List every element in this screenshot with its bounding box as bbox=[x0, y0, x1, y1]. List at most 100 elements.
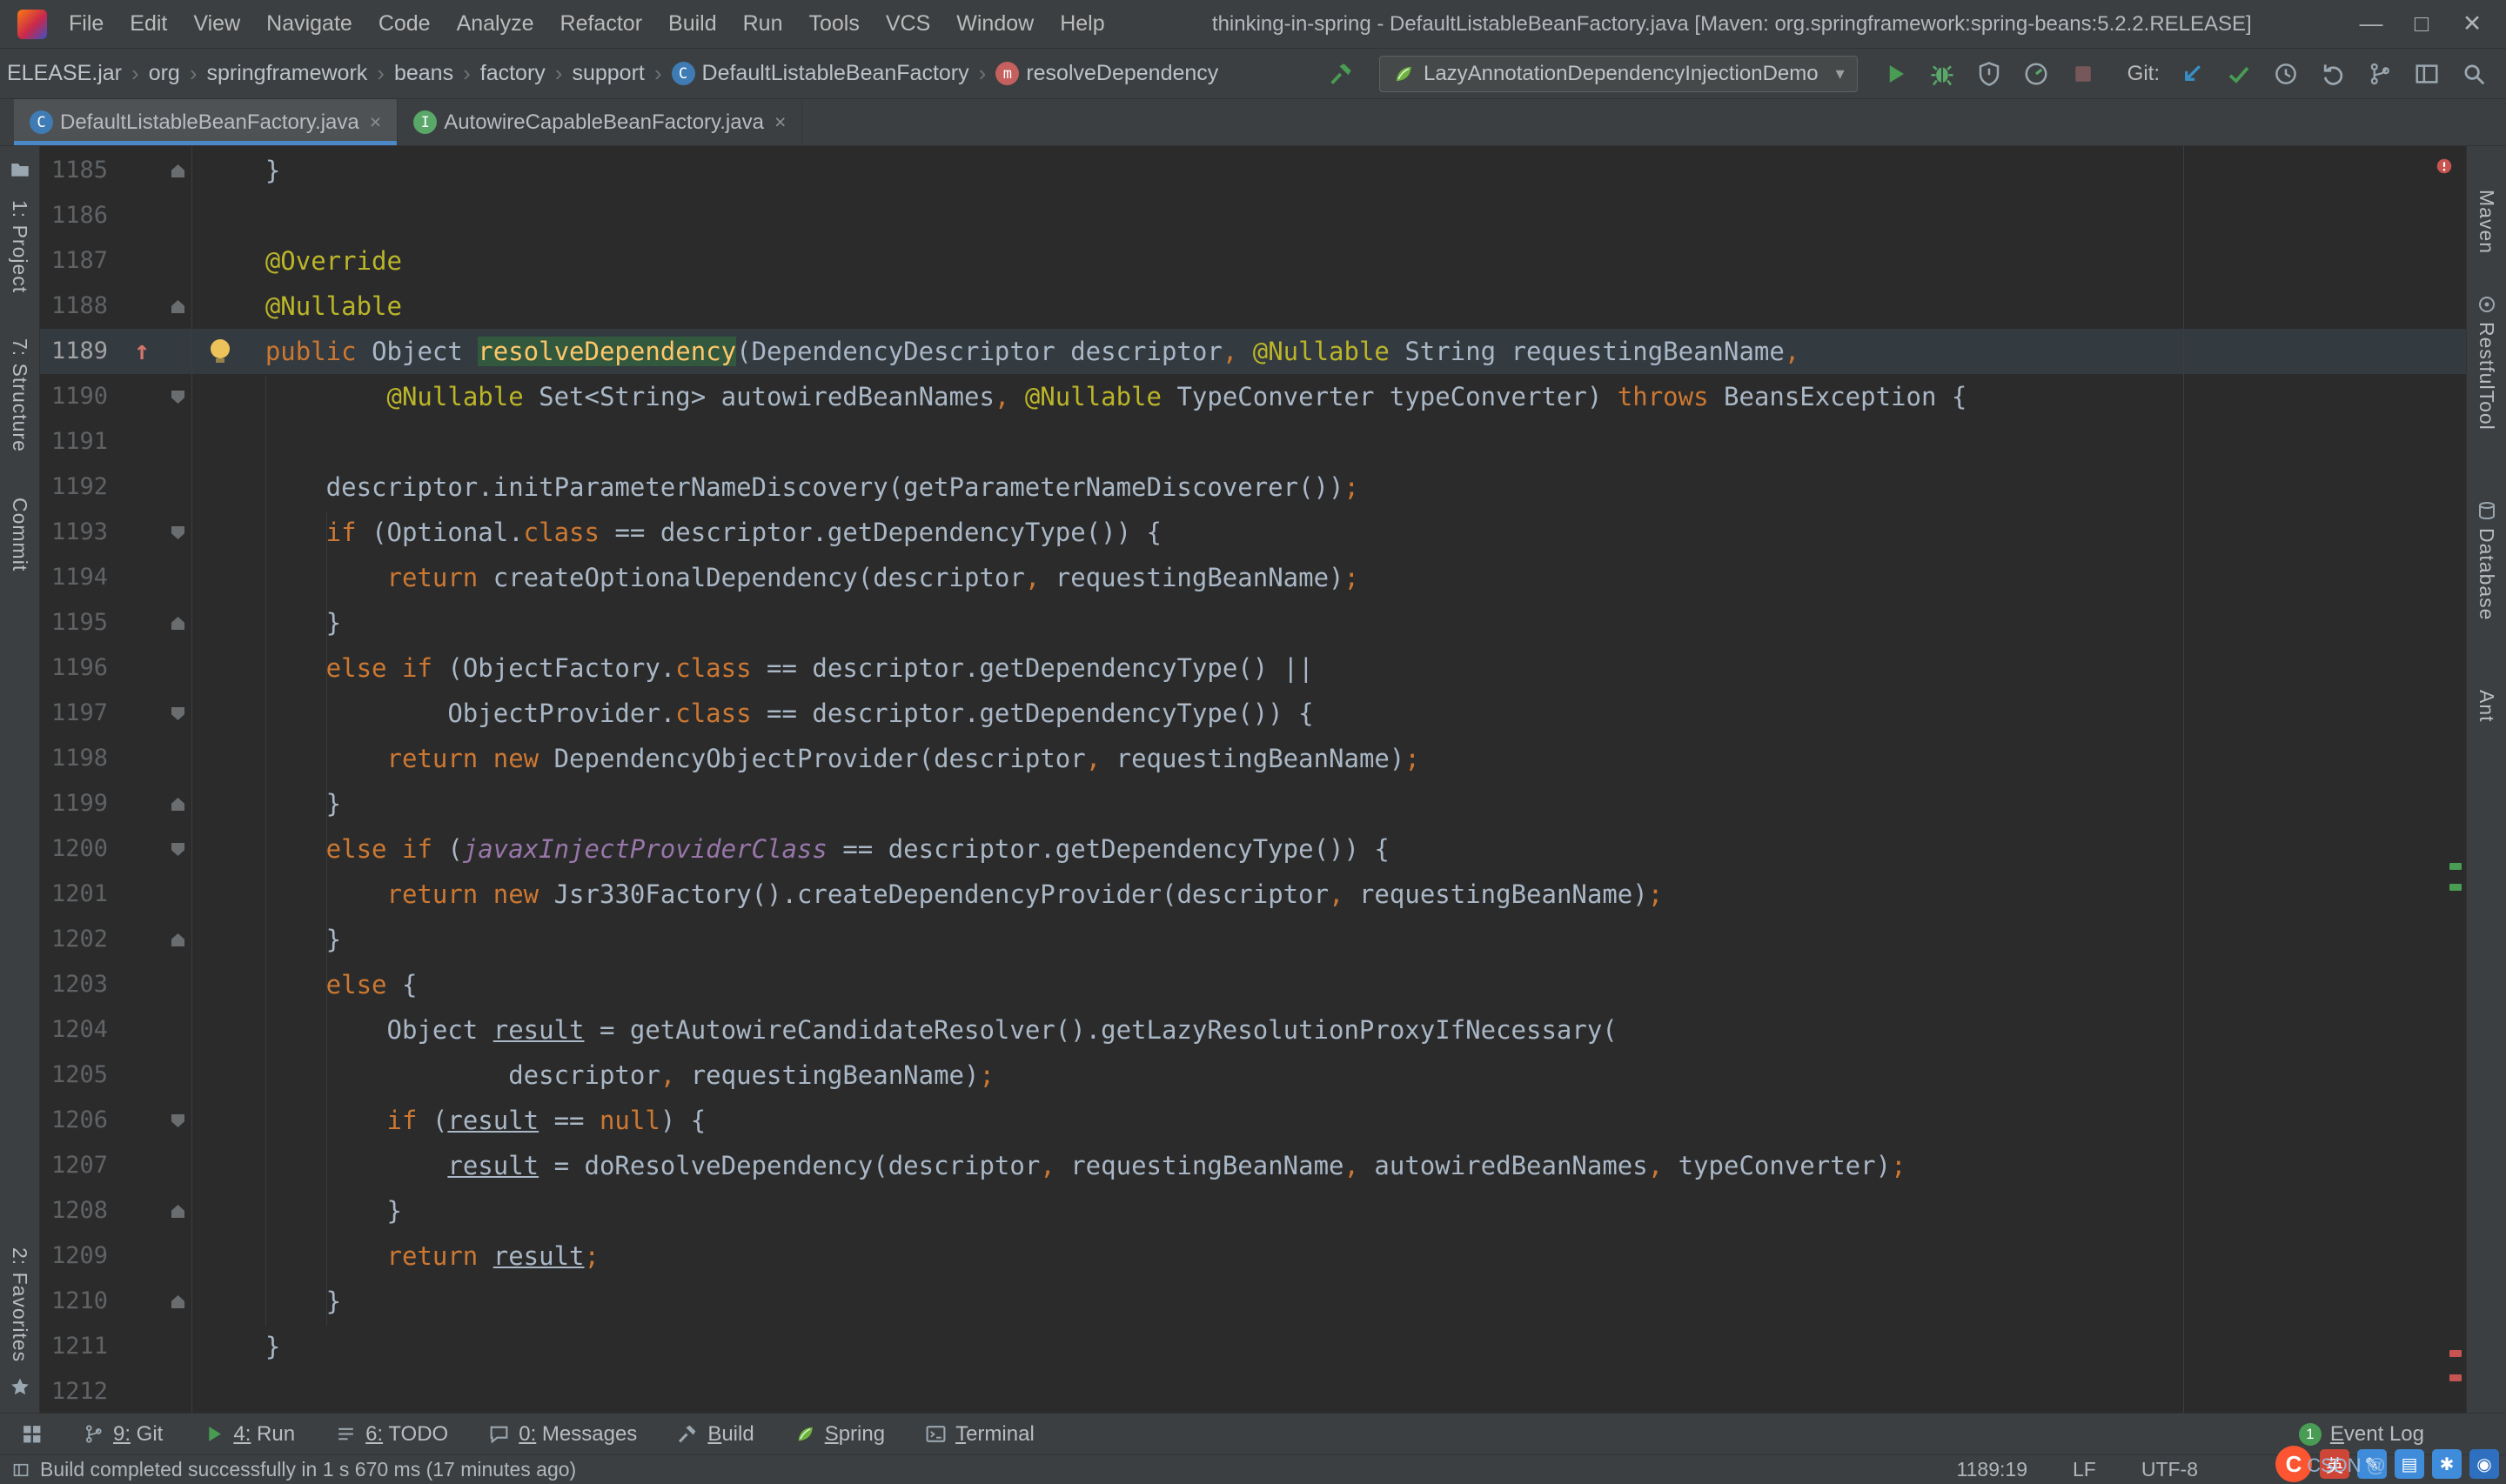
fold-marker-down-icon[interactable] bbox=[171, 526, 184, 539]
line-number[interactable]: 1212 bbox=[40, 1369, 108, 1413]
tool-button-ant[interactable]: Ant bbox=[2475, 690, 2498, 723]
branches-button[interactable] bbox=[2360, 54, 2400, 94]
line-number[interactable]: 1191 bbox=[40, 419, 108, 465]
line-number[interactable]: 1203 bbox=[40, 962, 108, 1007]
tool-button-1-project[interactable]: 1: Project bbox=[8, 200, 31, 293]
minimize-button[interactable]: — bbox=[2346, 10, 2396, 37]
line-number[interactable]: 1202 bbox=[40, 917, 108, 962]
line-number[interactable]: 1204 bbox=[40, 1007, 108, 1053]
menu-edit[interactable]: Edit bbox=[117, 11, 180, 37]
code-line-1186[interactable]: 1186 bbox=[40, 193, 2466, 238]
code-line-1195[interactable]: 1195 } bbox=[40, 600, 2466, 645]
line-number[interactable]: 1186 bbox=[40, 193, 108, 238]
line-number[interactable]: 1196 bbox=[40, 645, 108, 691]
code-line-1191[interactable]: 1191 bbox=[40, 419, 2466, 465]
close-button[interactable]: ✕ bbox=[2447, 10, 2497, 37]
code-line-1197[interactable]: 1197 ObjectProvider.class == descriptor.… bbox=[40, 691, 2466, 736]
tool-button-7-structure[interactable]: 7: Structure bbox=[8, 338, 31, 452]
code-line-1205[interactable]: 1205 descriptor, requestingBeanName); bbox=[40, 1053, 2466, 1098]
line-number[interactable]: 1206 bbox=[40, 1098, 108, 1143]
code-line-1208[interactable]: 1208 } bbox=[40, 1188, 2466, 1233]
code-line-1194[interactable]: 1194 return createOptionalDependency(des… bbox=[40, 555, 2466, 600]
tab-defaultlistablebeanfactory-java[interactable]: C DefaultListableBeanFactory.java × bbox=[14, 99, 399, 145]
fold-marker-up-icon[interactable] bbox=[171, 617, 184, 630]
rollback-button[interactable] bbox=[2313, 54, 2353, 94]
line-number[interactable]: 1189 bbox=[40, 329, 108, 374]
code-line-1187[interactable]: 1187 @Override bbox=[40, 238, 2466, 284]
coverage-button[interactable] bbox=[1969, 54, 2009, 94]
line-number[interactable]: 1187 bbox=[40, 238, 108, 284]
build-button[interactable] bbox=[1322, 54, 1362, 94]
line-number[interactable]: 1194 bbox=[40, 555, 108, 600]
line-number[interactable]: 1192 bbox=[40, 465, 108, 510]
restore-layout-button[interactable] bbox=[2407, 54, 2447, 94]
code-line-1190[interactable]: 1190 @Nullable Set<String> autowiredBean… bbox=[40, 374, 2466, 419]
code-line-1198[interactable]: 1198 return new DependencyObjectProvider… bbox=[40, 736, 2466, 781]
close-icon[interactable]: × bbox=[370, 110, 381, 134]
breadcrumb-item-beans[interactable]: beans bbox=[394, 61, 453, 86]
menu-refactor[interactable]: Refactor bbox=[547, 11, 655, 37]
code-line-1185[interactable]: 1185 } bbox=[40, 148, 2466, 193]
overriding-method-icon[interactable]: ↑ bbox=[127, 329, 157, 374]
fold-marker-down-icon[interactable] bbox=[171, 843, 184, 856]
line-number[interactable]: 1207 bbox=[40, 1143, 108, 1188]
breadcrumb-item-springframework[interactable]: springframework bbox=[207, 61, 368, 86]
code-line-1192[interactable]: 1192 descriptor.initParameterNameDiscove… bbox=[40, 465, 2466, 510]
line-number[interactable]: 1205 bbox=[40, 1053, 108, 1098]
debug-button[interactable] bbox=[1922, 54, 1962, 94]
line-number[interactable]: 1188 bbox=[40, 284, 108, 329]
breadcrumb-item-elease-jar[interactable]: ELEASE.jar bbox=[7, 61, 122, 86]
menu-window[interactable]: Window bbox=[943, 11, 1047, 37]
line-number[interactable]: 1193 bbox=[40, 510, 108, 555]
menu-vcs[interactable]: VCS bbox=[873, 11, 943, 37]
fold-marker-up-icon[interactable] bbox=[171, 1295, 184, 1308]
toolwindow-button-spring[interactable]: Spring bbox=[794, 1422, 885, 1447]
code-line-1211[interactable]: 1211 } bbox=[40, 1324, 2466, 1369]
tool-button-2-favorites[interactable]: 2: Favorites bbox=[8, 1247, 31, 1362]
breadcrumb-item-factory[interactable]: factory bbox=[480, 61, 546, 86]
code-line-1189[interactable]: 1189 ↑ public Object resolveDependency(De… bbox=[40, 329, 2466, 374]
line-number[interactable]: 1201 bbox=[40, 872, 108, 917]
breadcrumb-item-support[interactable]: support bbox=[572, 61, 644, 86]
code-line-1193[interactable]: 1193 if (Optional.class == descriptor.ge… bbox=[40, 510, 2466, 555]
line-number[interactable]: 1198 bbox=[40, 736, 108, 781]
fold-marker-up-icon[interactable] bbox=[171, 1205, 184, 1218]
code-line-1212[interactable]: 1212 bbox=[40, 1369, 2466, 1413]
menu-navigate[interactable]: Navigate bbox=[253, 11, 365, 37]
toolwindow-button-0-messages[interactable]: 0: Messages bbox=[488, 1422, 637, 1447]
tool-button-maven[interactable]: Maven bbox=[2475, 190, 2498, 254]
menu-analyze[interactable]: Analyze bbox=[444, 11, 547, 37]
code-line-1206[interactable]: 1206 if (result == null) { bbox=[40, 1098, 2466, 1143]
menu-tools[interactable]: Tools bbox=[795, 11, 872, 37]
code-line-1196[interactable]: 1196 else if (ObjectFactory.class == des… bbox=[40, 645, 2466, 691]
line-number[interactable]: 1209 bbox=[40, 1233, 108, 1279]
toolwindow-button-terminal[interactable]: Terminal bbox=[925, 1422, 1035, 1447]
fold-marker-up-icon[interactable] bbox=[171, 798, 184, 811]
breadcrumb-item-resolvedependency[interactable]: m resolveDependency bbox=[995, 61, 1218, 86]
menu-file[interactable]: File bbox=[56, 11, 117, 37]
line-number[interactable]: 1199 bbox=[40, 781, 108, 826]
code-line-1202[interactable]: 1202 } bbox=[40, 917, 2466, 962]
fold-marker-up-icon[interactable] bbox=[171, 164, 184, 177]
tool-button-restfultool[interactable]: RestfulTool bbox=[2475, 322, 2498, 431]
code-line-1199[interactable]: 1199 } bbox=[40, 781, 2466, 826]
toolwindow-button-6-todo[interactable]: 6: TODO bbox=[335, 1422, 448, 1447]
fold-marker-up-icon[interactable] bbox=[171, 933, 184, 946]
code-line-1204[interactable]: 1204 Object result = getAutowireCandidat… bbox=[40, 1007, 2466, 1053]
toolwindow-button-grid[interactable] bbox=[21, 1423, 43, 1445]
line-number[interactable]: 1208 bbox=[40, 1188, 108, 1233]
line-separator[interactable]: LF bbox=[2073, 1458, 2096, 1481]
tab-autowirecapablebeanfactory-java[interactable]: I AutowireCapableBeanFactory.java × bbox=[398, 99, 803, 145]
code-line-1201[interactable]: 1201 return new Jsr330Factory().createDe… bbox=[40, 872, 2466, 917]
code-line-1207[interactable]: 1207 result = doResolveDependency(descri… bbox=[40, 1143, 2466, 1188]
code-line-1209[interactable]: 1209 return result; bbox=[40, 1233, 2466, 1279]
line-number[interactable]: 1197 bbox=[40, 691, 108, 736]
menu-build[interactable]: Build bbox=[655, 11, 730, 37]
code-line-1210[interactable]: 1210 } bbox=[40, 1279, 2466, 1324]
toolwindow-button-4-run[interactable]: 4: Run bbox=[203, 1422, 295, 1447]
toolwindow-button-9-git[interactable]: 9: Git bbox=[83, 1422, 163, 1447]
maximize-button[interactable]: □ bbox=[2396, 10, 2447, 37]
tool-button-database[interactable]: Database bbox=[2475, 528, 2498, 620]
code-line-1188[interactable]: 1188 @Nullable bbox=[40, 284, 2466, 329]
toolwindow-button-build[interactable]: Build bbox=[677, 1422, 754, 1447]
